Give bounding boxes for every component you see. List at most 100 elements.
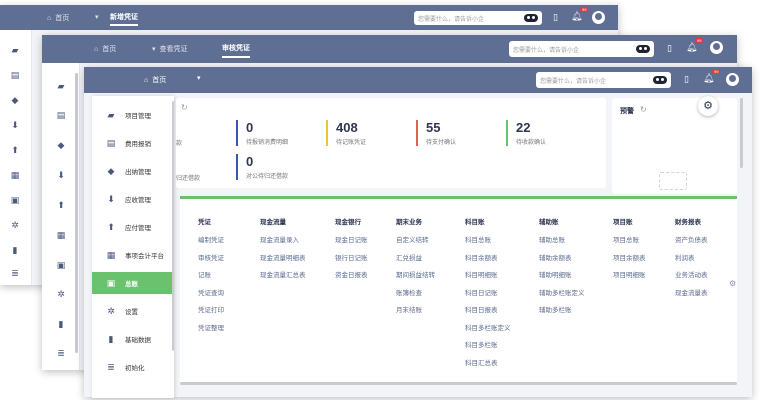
scrollbar[interactable] bbox=[75, 73, 78, 353]
robot-icon[interactable] bbox=[524, 14, 538, 22]
platform-icon[interactable]: ▦ bbox=[55, 230, 67, 241]
bell-icon[interactable]: 🔔︎ 99 bbox=[686, 38, 704, 53]
list-item[interactable]: 审核凭证 bbox=[198, 252, 224, 270]
list-item[interactable]: 科目日记账 bbox=[465, 287, 511, 305]
list-item[interactable]: 科目日报表 bbox=[465, 304, 511, 322]
payable-icon[interactable]: ⬆ bbox=[55, 200, 67, 211]
scrollbar[interactable] bbox=[172, 101, 174, 351]
list-item[interactable]: 汇兑损益 bbox=[396, 252, 435, 270]
menu-item-ledger[interactable]: ▣ 总账 bbox=[92, 272, 172, 294]
mobile-icon[interactable]: ▯ bbox=[684, 74, 689, 85]
init-icon[interactable]: ≣ bbox=[55, 348, 67, 359]
list-item[interactable]: 凭证查询 bbox=[198, 287, 224, 305]
list-item[interactable]: 辅助明细账 bbox=[539, 269, 585, 287]
list-item[interactable]: 现金流量录入 bbox=[260, 234, 306, 252]
avatar[interactable] bbox=[726, 73, 739, 86]
list-item[interactable]: 科目多栏账 bbox=[465, 339, 511, 357]
list-item[interactable]: 项目明细账 bbox=[613, 269, 646, 287]
folder-icon[interactable]: ▰ bbox=[55, 81, 67, 92]
stat-pending-voucher[interactable]: 408 待记账凭证 bbox=[326, 120, 366, 146]
list-item[interactable]: 辅助多栏账 bbox=[539, 304, 585, 322]
list-item[interactable]: 资金日报表 bbox=[335, 269, 368, 287]
menu-item-init[interactable]: ≣ 初始化 bbox=[92, 356, 172, 378]
menu-item-expense[interactable]: ▤ 费用报销 bbox=[92, 132, 172, 154]
menu-item-cashier[interactable]: ◆ 出纳管理 bbox=[92, 160, 172, 182]
mobile-icon[interactable]: ▯ bbox=[553, 12, 558, 23]
search-input[interactable]: 您需要什么，请告诉小企 bbox=[536, 72, 671, 88]
cashier-icon[interactable]: ◆ bbox=[55, 140, 67, 151]
refresh-icon[interactable]: ↻ bbox=[181, 103, 188, 112]
robot-icon[interactable] bbox=[653, 76, 667, 84]
home-tab[interactable]: ⌂ 首页 bbox=[144, 75, 166, 85]
list-item[interactable]: 记账 bbox=[198, 269, 224, 287]
avatar[interactable] bbox=[592, 11, 605, 24]
menu-item-payable[interactable]: ⬆ 应付管理 bbox=[92, 216, 172, 238]
stat-pending-payment[interactable]: 55 待支付确认 bbox=[416, 120, 456, 146]
receivable-icon[interactable]: ⬇ bbox=[55, 170, 67, 181]
menu-item-basic-data[interactable]: ▮ 基础数据 bbox=[92, 328, 172, 350]
receivable-icon[interactable]: ⬇ bbox=[9, 120, 21, 131]
menu-item-receivable[interactable]: ⬇ 应收管理 bbox=[92, 188, 172, 210]
menu-item-settings[interactable]: ✲ 设置 bbox=[92, 300, 172, 322]
horizontal-scrollbar[interactable] bbox=[180, 382, 737, 385]
bell-icon[interactable]: 🔔︎ 99 bbox=[703, 69, 721, 84]
chart-icon[interactable]: ▮ bbox=[55, 319, 67, 330]
list-item[interactable]: 编制凭证 bbox=[198, 234, 224, 252]
folder-icon[interactable]: ▰ bbox=[9, 45, 21, 56]
list-item[interactable]: 月末结账 bbox=[396, 304, 435, 322]
settings-side-icon[interactable]: ⚙ bbox=[729, 279, 736, 288]
chart-icon[interactable]: ▮ bbox=[9, 245, 21, 256]
menu-item-project[interactable]: ▰ 项目管理 bbox=[92, 104, 172, 126]
list-item[interactable]: 利润表 bbox=[675, 252, 708, 270]
ledger-icon[interactable]: ▣ bbox=[55, 260, 67, 271]
tab-dropdown[interactable]: ▾ bbox=[197, 74, 201, 82]
list-item[interactable]: 辅助余额表 bbox=[539, 252, 585, 270]
list-item[interactable]: 现金流量明细表 bbox=[260, 252, 306, 270]
tab-view-voucher[interactable]: ▾ 查看凭证 bbox=[152, 44, 188, 54]
list-item[interactable]: 科目汇总表 bbox=[465, 357, 511, 375]
mobile-icon[interactable]: ▯ bbox=[667, 43, 672, 54]
list-item[interactable]: 期间损益结转 bbox=[396, 269, 435, 287]
list-item[interactable]: 银行日记账 bbox=[335, 252, 368, 270]
settings-icon[interactable]: ✲ bbox=[9, 220, 21, 231]
list-item[interactable]: 账簿检查 bbox=[396, 287, 435, 305]
refresh-icon[interactable]: ↻ bbox=[640, 105, 647, 114]
list-item[interactable]: 现金流量表 bbox=[675, 287, 708, 305]
receipt-icon[interactable]: ▤ bbox=[9, 70, 21, 81]
list-item[interactable]: 科目余额表 bbox=[465, 252, 511, 270]
list-item[interactable]: 科目总账 bbox=[465, 234, 511, 252]
list-item[interactable]: 现金流量汇总表 bbox=[260, 269, 306, 287]
ledger-icon[interactable]: ▣ bbox=[9, 195, 21, 206]
list-item[interactable]: 科目多栏账定义 bbox=[465, 322, 511, 340]
list-item[interactable]: 凭证整理 bbox=[198, 322, 224, 340]
tab-audit-voucher[interactable]: 审核凭证 bbox=[222, 43, 250, 58]
receipt-icon[interactable]: ▤ bbox=[55, 110, 67, 121]
list-item[interactable]: 凭证打印 bbox=[198, 304, 224, 322]
robot-icon[interactable] bbox=[636, 45, 650, 53]
list-item[interactable]: 现金日记账 bbox=[335, 234, 368, 252]
search-input[interactable]: 您需要什么，请告诉小企 bbox=[414, 11, 542, 25]
list-item[interactable]: 自定义结转 bbox=[396, 234, 435, 252]
list-item[interactable]: 项目总账 bbox=[613, 234, 646, 252]
menu-item-platform[interactable]: ▦ 事项会计平台 bbox=[92, 244, 172, 266]
platform-icon[interactable]: ▦ bbox=[9, 170, 21, 181]
list-item[interactable]: 项目余额表 bbox=[613, 252, 646, 270]
search-input[interactable]: 您需要什么，请告诉小企 bbox=[509, 41, 654, 57]
list-item[interactable]: 辅助总账 bbox=[539, 234, 585, 252]
scrollbar[interactable] bbox=[740, 98, 743, 168]
stat-pending-reimburse[interactable]: 0 待报销消费明细 bbox=[236, 120, 288, 146]
stat-corporate-loan[interactable]: 0 对公待归还借款 bbox=[236, 154, 288, 180]
home-tab[interactable]: ⌂ 首页 bbox=[47, 13, 69, 23]
bell-icon[interactable]: 🔔︎ 99 bbox=[571, 7, 589, 22]
gear-icon[interactable]: ⚙ bbox=[698, 96, 718, 116]
avatar[interactable] bbox=[710, 41, 723, 54]
home-tab[interactable]: ⌂ 首页 bbox=[94, 44, 116, 54]
list-item[interactable]: 业务活动表 bbox=[675, 269, 708, 287]
init-icon[interactable]: ≣ bbox=[9, 268, 21, 279]
list-item[interactable]: 科目明细账 bbox=[465, 269, 511, 287]
cashier-icon[interactable]: ◆ bbox=[9, 95, 21, 106]
list-item[interactable]: 资产负债表 bbox=[675, 234, 708, 252]
payable-icon[interactable]: ⬆ bbox=[9, 145, 21, 156]
settings-icon[interactable]: ✲ bbox=[55, 289, 67, 300]
list-item[interactable]: 辅助多栏账定义 bbox=[539, 287, 585, 305]
